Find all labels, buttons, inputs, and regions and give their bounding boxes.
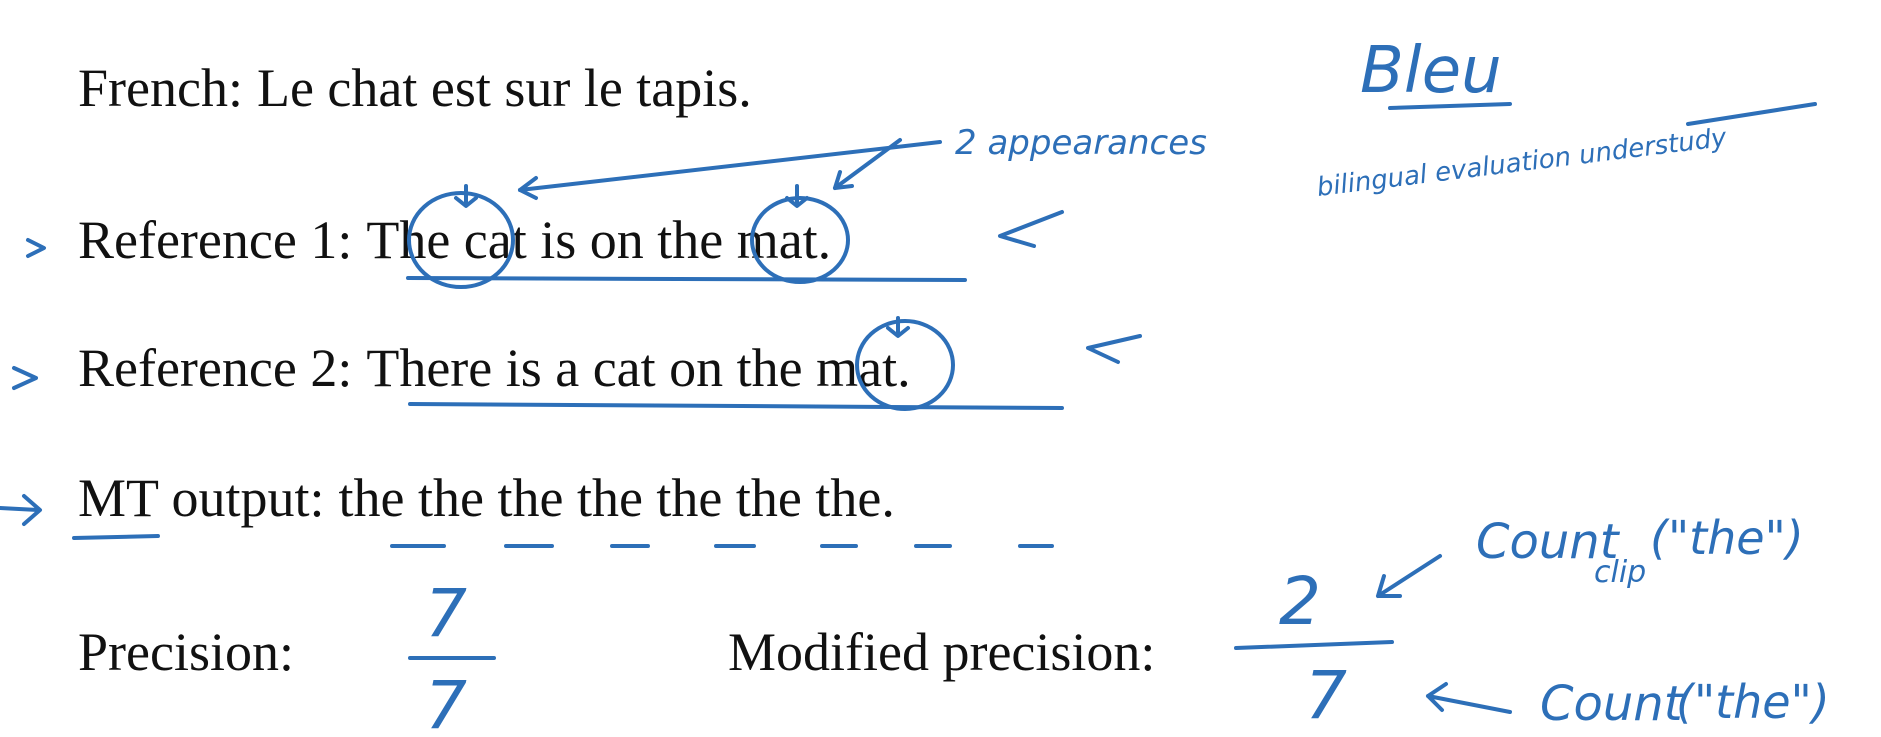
- bleu-title: Bleu: [1360, 34, 1502, 108]
- understudy-underline: [1686, 102, 1817, 126]
- lecture-slide: French: Le chat est sur le tapis. Referen…: [0, 0, 1881, 737]
- bleu-expansion: bilingual evaluation understudy: [1315, 123, 1729, 203]
- reference-1-sentence: The cat is on the mat.: [366, 210, 832, 270]
- appearances-note: 2 appearances: [955, 123, 1207, 163]
- count-clip-label: Count: [1476, 514, 1621, 570]
- arrow-head-first-the: [518, 176, 538, 200]
- arrow-to-denominator: [1426, 682, 1512, 714]
- arrow-head-second-the: [833, 170, 854, 190]
- modified-precision-numerator: 2: [1279, 563, 1321, 640]
- reference-2-sentence: There is a cat on the mat.: [366, 338, 911, 398]
- mt-output-sentence: the the the the the the the.: [338, 468, 895, 528]
- precision-label: Precision:: [78, 622, 294, 682]
- modified-precision-line: Modified precision:: [728, 620, 1155, 684]
- arrow-to-numerator: [1376, 554, 1442, 598]
- french-label: French:: [78, 58, 243, 118]
- precision-line: Precision:: [78, 620, 294, 684]
- french-sentence-line: French: Le chat est sur le tapis.: [78, 56, 752, 120]
- precision-denominator: 7: [425, 667, 467, 737]
- reference-2-line: Reference 2: There is a cat on the mat.: [78, 336, 911, 400]
- tick-ref1-first: [454, 184, 478, 208]
- reference-1-underline: [406, 276, 967, 282]
- reference-1-bullet-arrow: [26, 238, 46, 258]
- mt-label-underline: [72, 534, 160, 540]
- tick-ref1-second: [785, 184, 809, 208]
- reference-2-underline: [408, 402, 1064, 410]
- reference-2-label: Reference 2:: [78, 338, 353, 398]
- count-clip-argument: ("the"): [1650, 511, 1804, 565]
- modified-precision-label: Modified precision:: [728, 622, 1156, 682]
- count-label: Count: [1540, 676, 1685, 732]
- bleu-underline: [1388, 102, 1512, 110]
- mt-output-line: MT output: the the the the the the the.: [78, 466, 895, 530]
- french-sentence: Le chat est sur le tapis.: [256, 58, 752, 118]
- precision-numerator: 7: [425, 575, 467, 652]
- count-clip-subscript: clip: [1594, 555, 1646, 590]
- tick-ref2: [886, 316, 910, 338]
- reference-1-right-arrow: [998, 210, 1064, 248]
- count-argument: ("the"): [1676, 675, 1830, 729]
- mt-output-label: MT output:: [78, 468, 325, 528]
- reference-1-label: Reference 1:: [78, 210, 353, 270]
- modified-precision-denominator: 7: [1305, 657, 1347, 734]
- arrow-to-second-the: [833, 138, 902, 190]
- arrow-to-first-the: [518, 140, 942, 192]
- modified-precision-fraction-bar: [1234, 640, 1394, 650]
- reference-2-bullet-arrow: [12, 366, 38, 390]
- reference-2-right-arrow: [1086, 334, 1142, 364]
- reference-1-line: Reference 1: The cat is on the mat.: [78, 208, 831, 272]
- mt-output-bullet-arrow: [0, 494, 42, 526]
